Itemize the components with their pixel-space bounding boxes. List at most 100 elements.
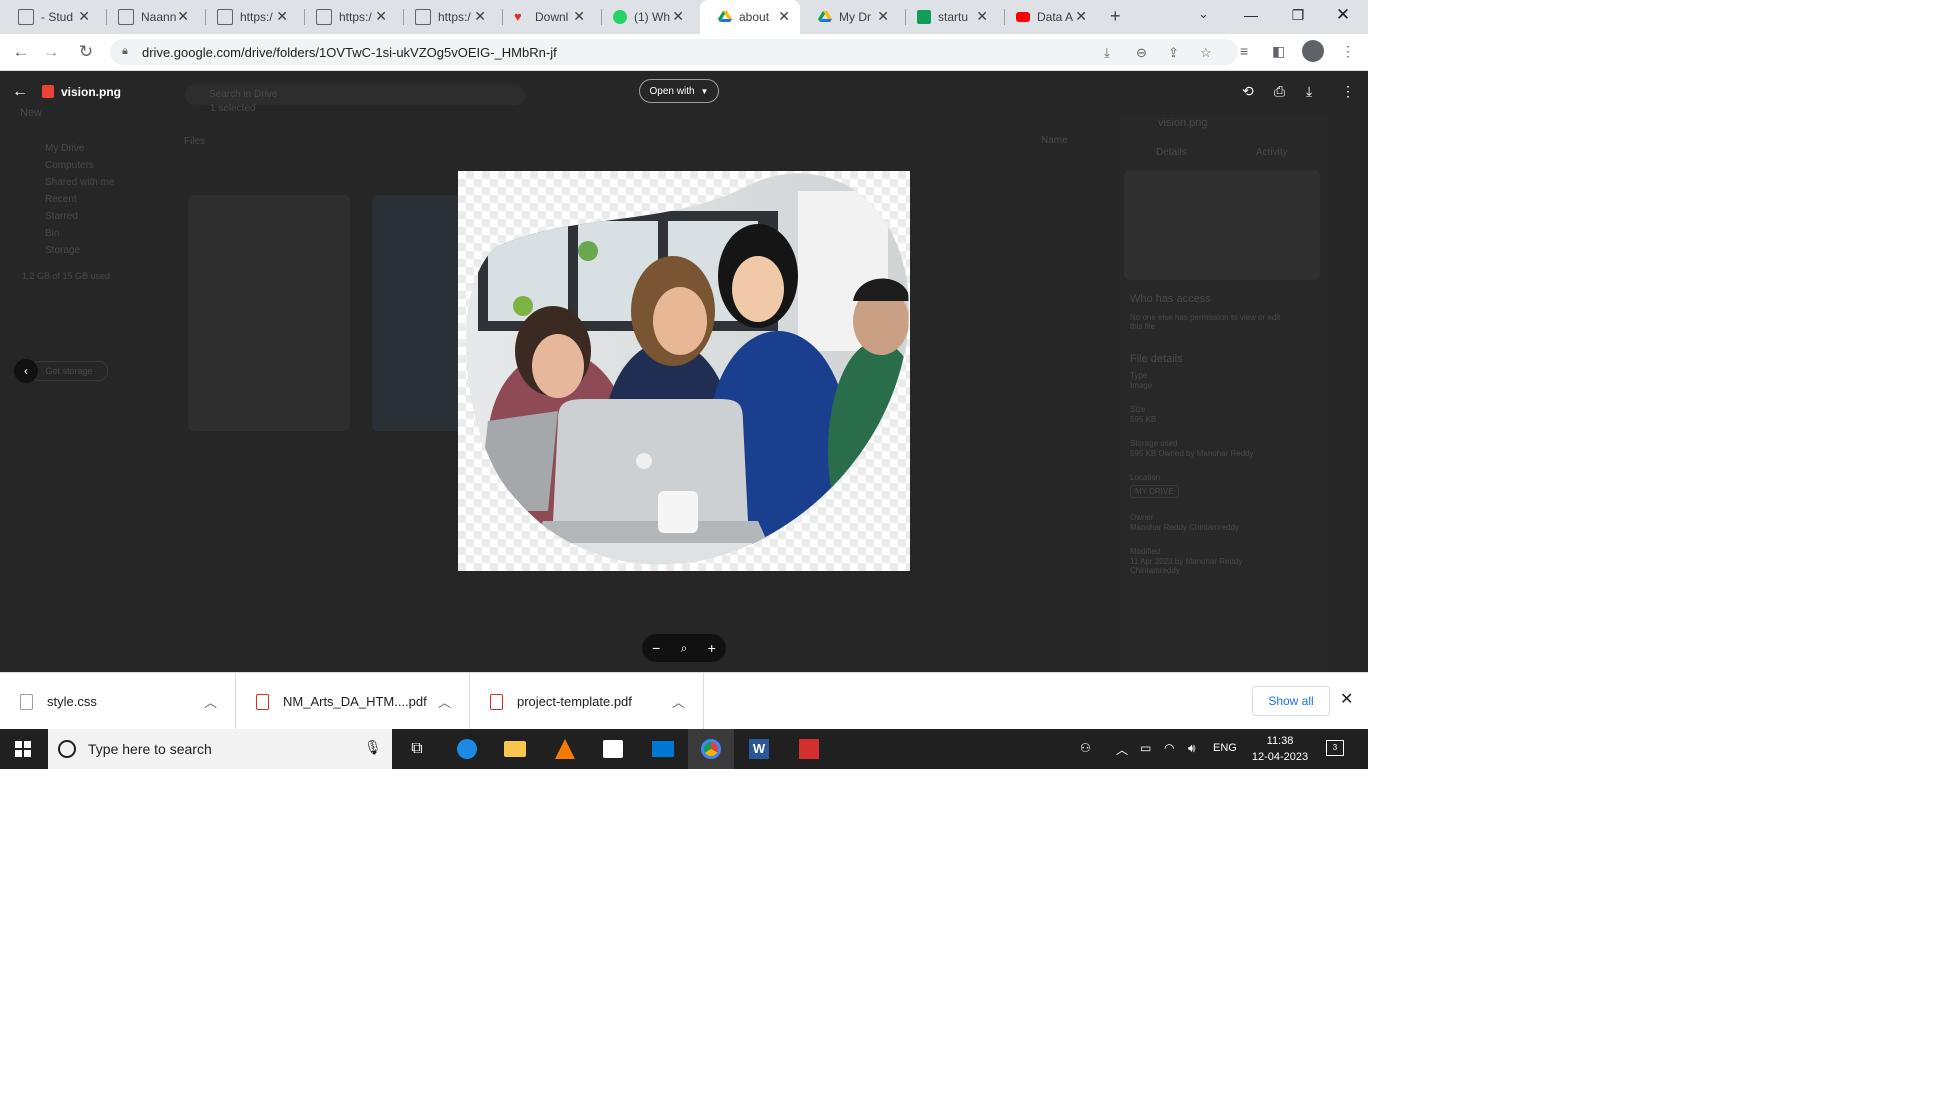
access-heading-bg: Who has access (1130, 293, 1211, 305)
zoom-controls: − ⌕ + (642, 634, 726, 662)
tab[interactable]: My Dr ✕ (800, 0, 899, 34)
download-icon[interactable]: ⤓ (1306, 83, 1312, 100)
notification-icon[interactable]: 3 (1326, 739, 1344, 756)
tab[interactable]: Naann ✕ (100, 0, 199, 34)
volume-icon[interactable]: 🔊︎ (1188, 741, 1196, 756)
mail-icon[interactable] (640, 729, 686, 769)
forward-icon[interactable]: → (40, 41, 62, 63)
close-icon[interactable]: ✕ (778, 8, 790, 25)
battery-icon[interactable]: ▭ (1140, 741, 1151, 755)
zoom-icon[interactable]: ⊖ (1136, 45, 1147, 61)
reload-icon[interactable]: ↻ (75, 41, 97, 63)
chevron-up-icon[interactable]: ︿ (204, 692, 217, 711)
close-icon[interactable]: ✕ (877, 8, 889, 25)
nav-item-bg: My Drive (45, 143, 85, 154)
window-close-icon[interactable]: ✕ (1320, 0, 1366, 30)
files-heading-bg: Files (184, 136, 206, 147)
taskbar-search-placeholder: Type here to search (88, 741, 212, 757)
open-with-button[interactable]: Open with ▼ (639, 79, 719, 103)
close-icon[interactable]: ✕ (177, 8, 189, 25)
file-explorer-icon[interactable] (492, 729, 538, 769)
zoom-in-icon[interactable]: + (708, 640, 716, 656)
detail-value-bg: MY DRIVE (1130, 485, 1179, 498)
tab-label: My Dr (839, 10, 871, 24)
print-icon[interactable]: ⎙ (1274, 83, 1285, 100)
menu-kebab-icon[interactable]: ⋮ (1341, 43, 1355, 60)
close-icon[interactable]: ✕ (474, 8, 486, 25)
collapse-icon[interactable]: ‹ (14, 359, 38, 383)
detail-value-bg: 11 Apr 2023 by Manohar Reddy Chintamredd… (1130, 557, 1243, 575)
taskbar-search-input[interactable]: Type here to search 🎙︎ (48, 729, 392, 769)
download-item[interactable]: project-template.pdf ︿ (470, 673, 704, 730)
tab-strip: - Stud ✕ Naann ✕ https:/✕ https:/✕ https:/… (0, 0, 1368, 34)
bookmark-star-icon[interactable]: ☆ (1200, 45, 1212, 61)
close-icon[interactable]: ✕ (1075, 8, 1087, 25)
tab-search-icon[interactable]: ⌄ (1198, 6, 1209, 22)
tab-active[interactable]: about ✕ (700, 0, 800, 34)
show-all-button[interactable]: Show all (1252, 686, 1330, 716)
drive-preview-overlay: Search in Drive New 1 selected Files Nam… (0, 71, 1368, 672)
tab[interactable]: ♥ Downl ✕ (496, 0, 595, 34)
side-panel-icon[interactable]: ◧ (1272, 43, 1285, 60)
pdf-file-icon (490, 693, 503, 710)
add-shortcut-icon[interactable]: ⟲ (1242, 83, 1254, 100)
reading-list-icon[interactable]: ≡ (1240, 43, 1248, 59)
new-tab-icon[interactable]: + (1110, 6, 1121, 27)
task-view-icon[interactable]: ⧉ (394, 729, 440, 769)
tab-label: https:/ (438, 10, 471, 24)
zoom-magnifier-icon[interactable]: ⌕ (681, 641, 688, 656)
tab[interactable]: - Stud ✕ (0, 0, 100, 34)
download-item[interactable]: style.css ︿ (0, 673, 236, 730)
word-icon[interactable]: W (736, 729, 782, 769)
share-icon[interactable]: ⇪ (1168, 45, 1179, 61)
profile-avatar[interactable] (1302, 40, 1324, 62)
caret-down-icon: ▼ (700, 86, 709, 96)
chevron-up-icon[interactable]: ︿ (438, 692, 451, 711)
windows-start-icon[interactable] (0, 729, 46, 769)
close-icon[interactable]: ✕ (276, 8, 288, 25)
close-icon[interactable]: ✕ (976, 8, 988, 25)
tab[interactable]: Data A ✕ (998, 0, 1097, 34)
microphone-icon[interactable]: 🎙︎ (364, 739, 382, 756)
download-item[interactable]: NM_Arts_DA_HTM....pdf ︿ (236, 673, 470, 730)
minimize-icon[interactable]: — (1228, 0, 1274, 30)
close-icon[interactable]: ✕ (672, 8, 684, 25)
image-file-icon (42, 85, 54, 98)
close-viewer-icon[interactable]: ← (12, 83, 28, 101)
wifi-icon[interactable]: ◠ (1164, 741, 1174, 755)
tab[interactable]: https:/✕ (397, 0, 496, 34)
language-indicator[interactable]: ENG (1213, 742, 1237, 754)
image-doc-icon (316, 9, 332, 25)
close-icon[interactable]: ✕ (375, 8, 387, 25)
more-actions-icon[interactable]: ⋮ (1341, 83, 1355, 100)
tab[interactable]: (1) Wh ✕ (595, 0, 694, 34)
tab[interactable]: startu ✕ (899, 0, 998, 34)
zoom-out-icon[interactable]: − (652, 640, 660, 656)
viewer-header: ← vision.png Open with ▼ ⟲ ⎙ ⤓ ⋮ (0, 71, 1368, 113)
vlc-icon[interactable] (542, 729, 588, 769)
back-icon[interactable]: ← (10, 41, 32, 63)
acrobat-icon[interactable] (786, 729, 832, 769)
file-details-heading-bg: File details (1130, 353, 1183, 365)
clock[interactable]: 11:38 12-04-2023 (1246, 733, 1314, 765)
install-icon[interactable]: ⤓ (1104, 45, 1110, 61)
name-sort-bg: Name (1041, 135, 1068, 146)
file-name: vision.png (61, 85, 121, 99)
chevron-up-tray-icon[interactable]: ︿ (1116, 741, 1128, 758)
close-shelf-icon[interactable]: ✕ (1340, 689, 1353, 709)
people-icon[interactable]: ⚇ (1080, 741, 1091, 755)
tab[interactable]: https:/✕ (199, 0, 298, 34)
address-bar[interactable]: 🔒︎ drive.google.com/drive/folders/1OVTwC… (110, 39, 1238, 65)
drive-icon (718, 11, 732, 22)
close-icon[interactable]: ✕ (78, 8, 90, 25)
tab-label: (1) Wh (634, 10, 670, 24)
restore-icon[interactable]: ❐ (1275, 0, 1321, 30)
chrome-icon[interactable] (688, 729, 734, 769)
close-icon[interactable]: ✕ (573, 8, 585, 25)
details-tab-bg: Details (1156, 147, 1187, 158)
edge-icon[interactable] (444, 729, 490, 769)
store-icon[interactable] (590, 729, 636, 769)
tab[interactable]: https:/✕ (298, 0, 397, 34)
screen: - Stud ✕ Naann ✕ https:/✕ https:/✕ https:/… (0, 0, 1368, 769)
chevron-up-icon[interactable]: ︿ (672, 692, 685, 711)
